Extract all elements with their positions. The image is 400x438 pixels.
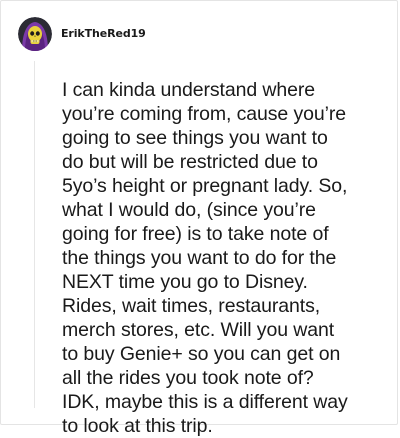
comment-header: ErikTheRed19 bbox=[18, 17, 146, 51]
username[interactable]: ErikTheRed19 bbox=[61, 27, 146, 40]
avatar-image bbox=[18, 17, 52, 51]
comment-body: I can kinda understand where you’re comi… bbox=[62, 79, 348, 437]
skeletor-avatar-icon[interactable] bbox=[18, 17, 52, 51]
thread-line[interactable] bbox=[34, 61, 35, 408]
comment-card: ErikTheRed19 I can kinda understand wher… bbox=[0, 0, 398, 437]
